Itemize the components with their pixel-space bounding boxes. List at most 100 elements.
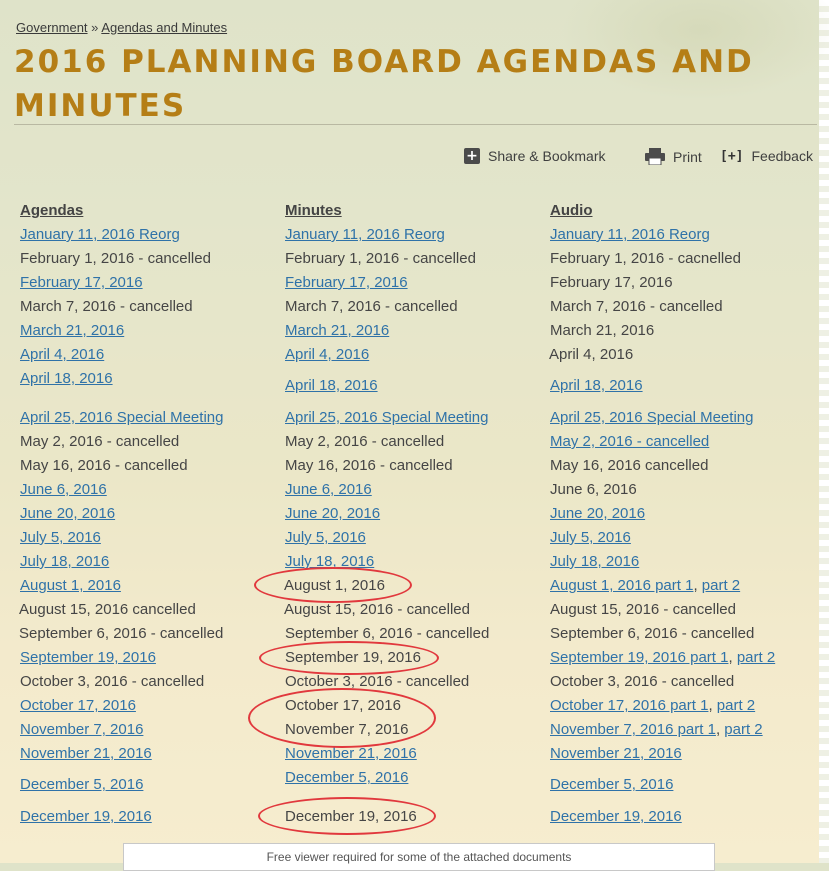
feedback-icon: [+] bbox=[720, 148, 744, 164]
audio-row-may-2-2016-cancelled[interactable]: May 2, 2016 - cancelled bbox=[550, 433, 709, 451]
agendas-row-october-3-2016-cancelled: October 3, 2016 - cancelled bbox=[20, 673, 205, 690]
minutes-row-march-7-2016-cancelled: March 7, 2016 - cancelled bbox=[285, 298, 458, 315]
agendas-row-may-16-2016-cancelled: May 16, 2016 - cancelled bbox=[20, 457, 188, 474]
agendas-row-november-7-2016[interactable]: November 7, 2016 bbox=[20, 721, 143, 739]
audio-row-september-19-2016-part-1: September 19, 2016 part 1, part 2 bbox=[550, 649, 775, 667]
minutes-row-september-6-2016-cancelled: September 6, 2016 - cancelled bbox=[285, 625, 490, 642]
minutes-row-april-4-2016[interactable]: April 4, 2016 bbox=[285, 346, 369, 364]
audio-row-august-15-2016-cancelled: August 15, 2016 - cancelled bbox=[550, 601, 736, 618]
audio-row-february-17-2016: February 17, 2016 bbox=[550, 274, 673, 291]
part-separator: , bbox=[728, 649, 737, 666]
minutes-row-june-20-2016[interactable]: June 20, 2016 bbox=[285, 505, 380, 523]
audio-part-2-link[interactable]: part 2 bbox=[717, 697, 755, 714]
audio-part-1-link[interactable]: September 19, 2016 part 1 bbox=[550, 649, 728, 666]
plus-box-icon: + bbox=[464, 148, 480, 164]
agendas-row-september-6-2016-cancelled: September 6, 2016 - cancelled bbox=[19, 625, 224, 642]
audio-row-june-6-2016: June 6, 2016 bbox=[550, 481, 637, 498]
agendas-row-april-18-2016[interactable]: April 18, 2016 bbox=[20, 370, 113, 388]
agendas-row-april-25-2016-special-meeting[interactable]: April 25, 2016 Special Meeting bbox=[20, 409, 223, 427]
audio-row-september-6-2016-cancelled: September 6, 2016 - cancelled bbox=[550, 625, 755, 642]
minutes-row-november-7-2016: November 7, 2016 bbox=[285, 721, 409, 738]
title-divider bbox=[14, 124, 817, 125]
audio-row-october-17-2016-part-1: October 17, 2016 part 1, part 2 bbox=[550, 697, 755, 715]
minutes-row-june-6-2016[interactable]: June 6, 2016 bbox=[285, 481, 372, 499]
agendas-row-february-17-2016[interactable]: February 17, 2016 bbox=[20, 274, 143, 292]
minutes-row-january-11-2016-reorg[interactable]: January 11, 2016 Reorg bbox=[285, 226, 445, 244]
minutes-column-header: Minutes bbox=[285, 202, 342, 219]
audio-row-june-20-2016[interactable]: June 20, 2016 bbox=[550, 505, 645, 523]
audio-row-december-19-2016[interactable]: December 19, 2016 bbox=[550, 808, 682, 826]
audio-part-2-link[interactable]: part 2 bbox=[737, 649, 775, 666]
audio-part-1-link[interactable]: November 7, 2016 part 1 bbox=[550, 721, 716, 738]
agendas-row-july-18-2016[interactable]: July 18, 2016 bbox=[20, 553, 109, 571]
minutes-row-february-17-2016[interactable]: February 17, 2016 bbox=[285, 274, 408, 292]
agendas-row-december-5-2016[interactable]: December 5, 2016 bbox=[20, 776, 143, 794]
agendas-row-december-19-2016[interactable]: December 19, 2016 bbox=[20, 808, 152, 826]
agendas-row-january-11-2016-reorg[interactable]: January 11, 2016 Reorg bbox=[20, 226, 180, 244]
audio-row-april-4-2016: April 4, 2016 bbox=[549, 346, 634, 363]
minutes-row-february-1-2016-cancelled: February 1, 2016 - cancelled bbox=[285, 250, 476, 267]
audio-row-august-1-2016-part-1: August 1, 2016 part 1, part 2 bbox=[550, 577, 740, 595]
audio-row-march-21-2016: March 21, 2016 bbox=[550, 322, 655, 339]
agendas-row-august-15-2016-cancelled: August 15, 2016 cancelled bbox=[19, 601, 196, 618]
print-button[interactable]: Print bbox=[645, 148, 702, 165]
feedback-button[interactable]: [+] Feedback bbox=[720, 148, 813, 164]
audio-row-may-16-2016-cancelled: May 16, 2016 cancelled bbox=[550, 457, 709, 474]
part-separator: , bbox=[693, 577, 702, 594]
agendas-row-august-1-2016[interactable]: August 1, 2016 bbox=[20, 577, 121, 595]
print-label: Print bbox=[673, 148, 702, 165]
minutes-row-april-25-2016-special-meeting[interactable]: April 25, 2016 Special Meeting bbox=[285, 409, 488, 427]
agendas-row-may-2-2016-cancelled: May 2, 2016 - cancelled bbox=[20, 433, 180, 450]
part-separator: , bbox=[708, 697, 717, 714]
audio-row-july-18-2016[interactable]: July 18, 2016 bbox=[550, 553, 639, 571]
printer-icon bbox=[645, 148, 665, 165]
feedback-label: Feedback bbox=[751, 148, 813, 164]
agendas-row-july-5-2016[interactable]: July 5, 2016 bbox=[20, 529, 101, 547]
audio-row-january-11-2016-reorg[interactable]: January 11, 2016 Reorg bbox=[550, 226, 710, 244]
audio-row-november-21-2016[interactable]: November 21, 2016 bbox=[550, 745, 682, 763]
minutes-row-august-1-2016: August 1, 2016 bbox=[284, 577, 385, 594]
share-bookmark-button[interactable]: + Share & Bookmark bbox=[464, 148, 606, 164]
breadcrumb-government-link[interactable]: Government bbox=[16, 20, 88, 35]
minutes-row-october-3-2016-cancelled: October 3, 2016 - cancelled bbox=[285, 673, 470, 690]
audio-column-header: Audio bbox=[550, 202, 593, 219]
minutes-row-may-2-2016-cancelled: May 2, 2016 - cancelled bbox=[285, 433, 445, 450]
minutes-row-september-19-2016: September 19, 2016 bbox=[285, 649, 421, 666]
audio-row-november-7-2016-part-1: November 7, 2016 part 1, part 2 bbox=[550, 721, 763, 739]
minutes-row-november-21-2016[interactable]: November 21, 2016 bbox=[285, 745, 417, 763]
breadcrumb-separator: » bbox=[91, 20, 99, 35]
page-edge bbox=[819, 0, 829, 863]
agendas-row-september-19-2016[interactable]: September 19, 2016 bbox=[20, 649, 156, 667]
minutes-row-december-19-2016: December 19, 2016 bbox=[285, 808, 417, 825]
page-title: 2016 PLANNING BOARD AGENDAS AND MINUTES bbox=[14, 44, 754, 124]
breadcrumb-agendas-link[interactable]: Agendas and Minutes bbox=[101, 20, 227, 35]
agendas-row-june-6-2016[interactable]: June 6, 2016 bbox=[20, 481, 107, 499]
agendas-row-october-17-2016[interactable]: October 17, 2016 bbox=[20, 697, 136, 715]
breadcrumb: Government » Agendas and Minutes bbox=[16, 20, 227, 35]
minutes-row-april-18-2016[interactable]: April 18, 2016 bbox=[285, 377, 378, 395]
minutes-row-july-5-2016[interactable]: July 5, 2016 bbox=[285, 529, 366, 547]
audio-row-october-3-2016-cancelled: October 3, 2016 - cancelled bbox=[550, 673, 735, 690]
audio-row-april-25-2016-special-meeting[interactable]: April 25, 2016 Special Meeting bbox=[550, 409, 753, 427]
audio-part-2-link[interactable]: part 2 bbox=[702, 577, 740, 594]
audio-part-1-link[interactable]: August 1, 2016 part 1 bbox=[550, 577, 693, 594]
minutes-row-december-5-2016[interactable]: December 5, 2016 bbox=[285, 769, 408, 787]
agendas-row-november-21-2016[interactable]: November 21, 2016 bbox=[20, 745, 152, 763]
viewer-notice: Free viewer required for some of the att… bbox=[123, 843, 715, 871]
agendas-column-header: Agendas bbox=[20, 202, 84, 219]
audio-part-1-link[interactable]: October 17, 2016 part 1 bbox=[550, 697, 708, 714]
agendas-row-june-20-2016[interactable]: June 20, 2016 bbox=[20, 505, 115, 523]
audio-row-april-18-2016[interactable]: April 18, 2016 bbox=[550, 377, 643, 395]
minutes-row-july-18-2016[interactable]: July 18, 2016 bbox=[285, 553, 374, 571]
minutes-row-october-17-2016: October 17, 2016 bbox=[285, 697, 401, 714]
minutes-row-may-16-2016-cancelled: May 16, 2016 - cancelled bbox=[285, 457, 453, 474]
agendas-row-february-1-2016-cancelled: February 1, 2016 - cancelled bbox=[20, 250, 211, 267]
agendas-row-march-7-2016-cancelled: March 7, 2016 - cancelled bbox=[20, 298, 193, 315]
agendas-row-april-4-2016[interactable]: April 4, 2016 bbox=[20, 346, 104, 364]
minutes-row-march-21-2016[interactable]: March 21, 2016 bbox=[285, 322, 389, 340]
audio-row-december-5-2016[interactable]: December 5, 2016 bbox=[550, 776, 673, 794]
share-bookmark-label: Share & Bookmark bbox=[488, 148, 606, 164]
audio-part-2-link[interactable]: part 2 bbox=[724, 721, 762, 738]
agendas-row-march-21-2016[interactable]: March 21, 2016 bbox=[20, 322, 124, 340]
audio-row-july-5-2016[interactable]: July 5, 2016 bbox=[550, 529, 631, 547]
